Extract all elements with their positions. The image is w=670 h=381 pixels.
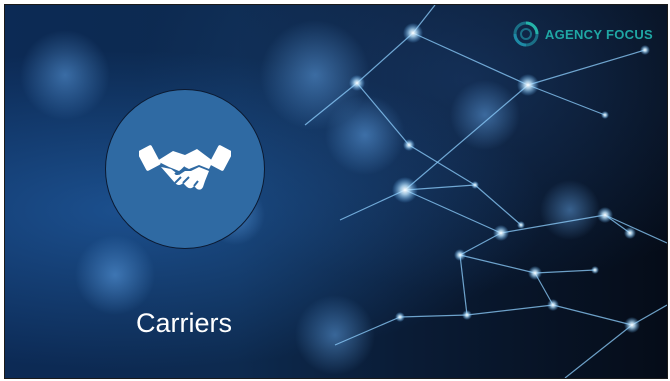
agency-focus-logo-icon [513, 21, 539, 47]
network-background [20, 5, 667, 378]
network-nodes [349, 23, 650, 333]
brand-name: AGENCY FOCUS [544, 26, 653, 42]
bokeh-blobs [20, 20, 600, 375]
handshake-icon [139, 145, 231, 190]
slide: AGENCY FOCUS Carriers [4, 4, 668, 379]
brand-logo: AGENCY FOCUS [513, 21, 653, 47]
topic-icon-circle [105, 89, 265, 249]
slide-title: Carriers [135, 308, 232, 338]
